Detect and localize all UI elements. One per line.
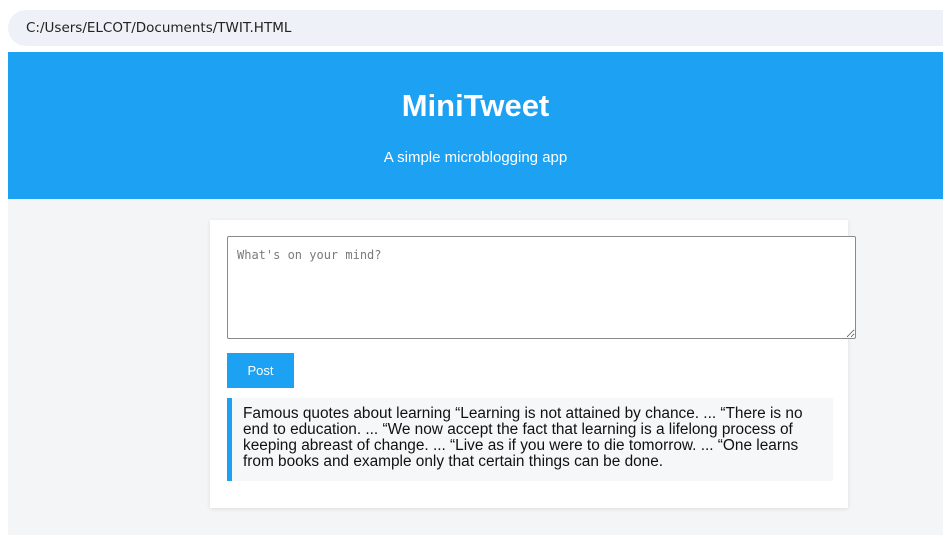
app-subtitle: A simple microblogging app [383,149,568,166]
composer-card: Post Famous quotes about learning “Learn… [210,220,856,508]
tweet-input[interactable] [227,236,856,339]
post-button[interactable]: Post [227,353,294,388]
tweet-text: Famous quotes about learning “Learning i… [243,405,803,470]
tweet-item: Famous quotes about learning “Learning i… [227,398,833,481]
address-text[interactable]: C:/Users/ELCOT/Documents/TWIT.HTML [26,20,291,36]
app-header: MiniTweet A simple microblogging app [8,52,943,199]
page: MiniTweet A simple microblogging app Pos… [8,52,943,535]
address-bar[interactable]: C:/Users/ELCOT/Documents/TWIT.HTML [8,10,943,46]
app-title: MiniTweet [401,88,550,123]
